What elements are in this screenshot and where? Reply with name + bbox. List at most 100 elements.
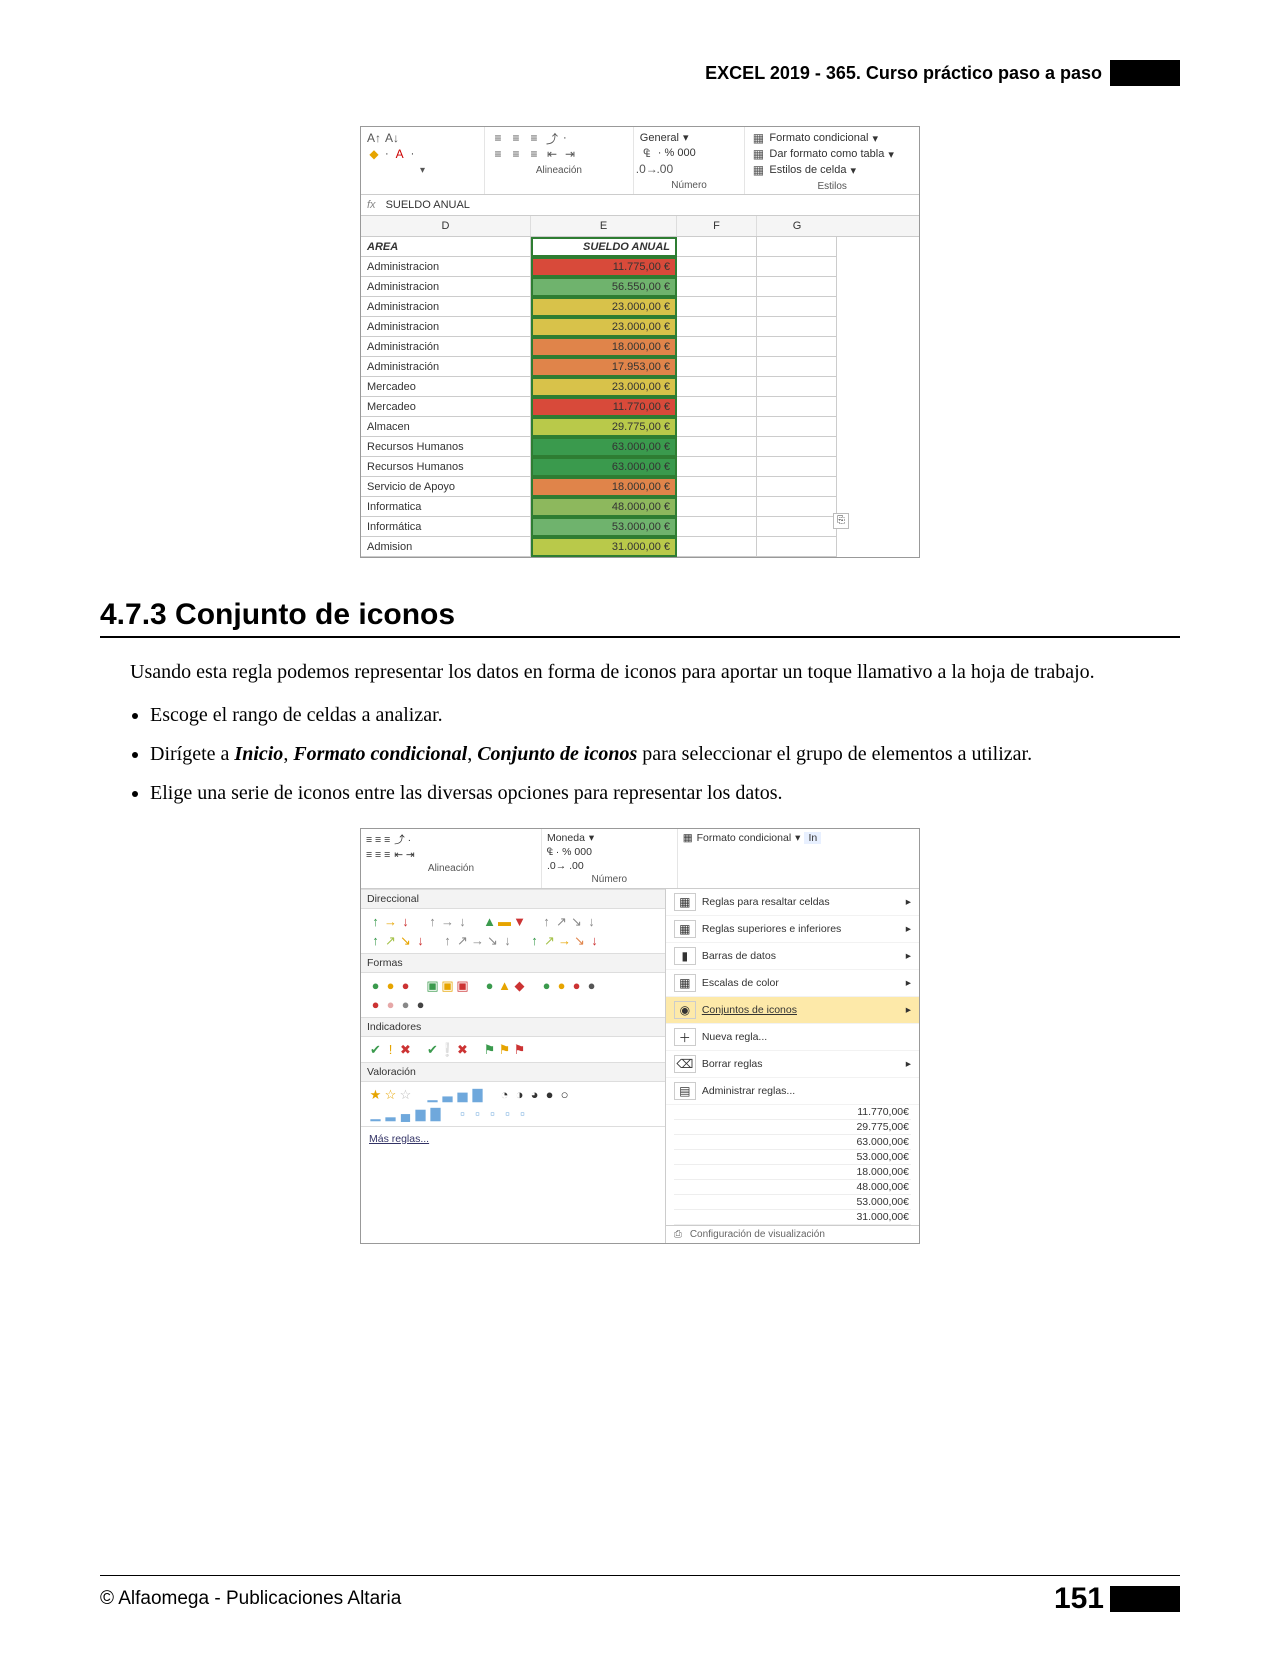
formula-content[interactable]: SUELDO ANUAL bbox=[386, 199, 470, 211]
decimal-icon[interactable]: .0→ .00 bbox=[547, 860, 584, 872]
iconset-4arrows[interactable]: ↑↗↘↓ bbox=[540, 915, 598, 928]
cell-area[interactable]: Administración bbox=[361, 357, 531, 377]
cell-empty[interactable] bbox=[677, 497, 757, 517]
cell-empty[interactable] bbox=[757, 357, 837, 377]
cell-styles-button[interactable]: Estilos de celda bbox=[769, 164, 846, 176]
align-left-icon[interactable]: ≡ bbox=[491, 147, 505, 161]
iconset-redblack[interactable]: ●●●● bbox=[369, 998, 427, 1011]
cell-empty[interactable] bbox=[757, 457, 837, 477]
cell-empty[interactable] bbox=[757, 437, 837, 457]
cell-empty[interactable] bbox=[757, 237, 837, 257]
smart-tag-icon[interactable]: ⎘ bbox=[833, 513, 849, 529]
cell-empty[interactable] bbox=[677, 457, 757, 477]
iconset-5boxes[interactable]: ▫▫▫▫▫ bbox=[456, 1107, 529, 1120]
insert-button[interactable]: In bbox=[804, 832, 821, 844]
col-e[interactable]: E bbox=[531, 216, 677, 236]
decrease-decimal-icon[interactable]: .00 bbox=[658, 162, 672, 176]
iconset-5quarters[interactable]: ◔◑◕●○ bbox=[498, 1088, 571, 1101]
cell-empty[interactable] bbox=[677, 517, 757, 537]
iconset-3arrows-gray[interactable]: ↑→↓ bbox=[426, 915, 469, 928]
cell-value[interactable]: 23.000,00 € bbox=[531, 297, 677, 317]
cell-empty[interactable] bbox=[677, 417, 757, 437]
align-bottom-icon[interactable]: ≡ bbox=[527, 131, 541, 145]
cell-value[interactable]: 23.000,00 € bbox=[531, 317, 677, 337]
increase-decimal-icon[interactable]: .0→ bbox=[640, 162, 654, 176]
align-top-icon[interactable]: ≡ bbox=[491, 131, 505, 145]
cell-value[interactable]: 18.000,00 € bbox=[531, 337, 677, 357]
cell-value[interactable]: 63.000,00 € bbox=[531, 457, 677, 477]
cell-empty[interactable] bbox=[757, 417, 837, 437]
cell-value[interactable]: 11.770,00 € bbox=[531, 397, 677, 417]
format-table-icon[interactable]: ▦ bbox=[751, 147, 765, 161]
cell-empty[interactable] bbox=[677, 317, 757, 337]
iconset-3symbols[interactable]: ✔❕✖ bbox=[426, 1043, 469, 1056]
cell-value[interactable]: 29.775,00 € bbox=[531, 417, 677, 437]
iconset-5bars[interactable]: ▁▂▄▆▇ bbox=[369, 1107, 442, 1120]
dialog-launcher-icon[interactable]: ▾ bbox=[367, 163, 478, 176]
cell-area[interactable]: Recursos Humanos bbox=[361, 457, 531, 477]
iconset-3lights-rimmed[interactable]: ▣▣▣ bbox=[426, 979, 469, 992]
cell-area[interactable]: Mercadeo bbox=[361, 377, 531, 397]
currency-icon[interactable]: ₠ · % 000 bbox=[547, 846, 592, 858]
cell-area[interactable]: Mercadeo bbox=[361, 397, 531, 417]
fill-color-icon[interactable]: ◆ bbox=[367, 147, 381, 161]
font-color-icon[interactable]: A bbox=[393, 147, 407, 161]
header-sueldo[interactable]: SUELDO ANUAL bbox=[531, 237, 677, 257]
cell-empty[interactable] bbox=[677, 237, 757, 257]
cell-value[interactable]: 56.550,00 € bbox=[531, 277, 677, 297]
indent-left-icon[interactable]: ⇤ bbox=[545, 147, 559, 161]
iconset-5arrows[interactable]: ↑↗→↘↓ bbox=[441, 934, 514, 947]
cell-empty[interactable] bbox=[677, 537, 757, 557]
cell-empty[interactable] bbox=[677, 277, 757, 297]
cell-empty[interactable] bbox=[757, 517, 837, 537]
cell-value[interactable]: 63.000,00 € bbox=[531, 437, 677, 457]
number-format-dropdown[interactable]: General bbox=[640, 132, 679, 144]
cell-area[interactable]: Administracion bbox=[361, 257, 531, 277]
iconset-4lights[interactable]: ●●●● bbox=[540, 979, 598, 992]
cell-area[interactable]: Informatica bbox=[361, 497, 531, 517]
indent-icon[interactable]: ⇤ ⇥ bbox=[394, 849, 415, 861]
format-table-button[interactable]: Dar formato como tabla bbox=[769, 148, 884, 160]
align-middle-icon[interactable]: ≡ bbox=[509, 131, 523, 145]
cell-empty[interactable] bbox=[757, 537, 837, 557]
cell-empty[interactable] bbox=[677, 257, 757, 277]
cell-empty[interactable] bbox=[757, 297, 837, 317]
cell-value[interactable]: 53.000,00 € bbox=[531, 517, 677, 537]
menu-top-bottom[interactable]: ▦Reglas superiores e inferiores ▸ bbox=[666, 916, 919, 943]
menu-clear-rules[interactable]: ⌫Borrar reglas ▸ bbox=[666, 1051, 919, 1078]
cell-area[interactable]: Administracion bbox=[361, 297, 531, 317]
conditional-format-button[interactable]: Formato condicional bbox=[697, 832, 792, 844]
col-f[interactable]: F bbox=[677, 216, 757, 236]
cell-value[interactable]: 48.000,00 € bbox=[531, 497, 677, 517]
cell-empty[interactable] bbox=[757, 377, 837, 397]
align-right-icon[interactable]: ≡ bbox=[527, 147, 541, 161]
col-d[interactable]: D bbox=[361, 216, 531, 236]
iconset-3arrows[interactable]: ↑→↓ bbox=[369, 915, 412, 928]
number-format-dropdown[interactable]: Moneda bbox=[547, 832, 585, 844]
cell-empty[interactable] bbox=[677, 357, 757, 377]
cell-empty[interactable] bbox=[757, 277, 837, 297]
cell-value[interactable]: 17.953,00 € bbox=[531, 357, 677, 377]
iconset-3symbols-circle[interactable]: ✔!✖ bbox=[369, 1043, 412, 1056]
cell-area[interactable]: Administracion bbox=[361, 317, 531, 337]
cell-empty[interactable] bbox=[757, 337, 837, 357]
cell-empty[interactable] bbox=[677, 477, 757, 497]
cell-empty[interactable] bbox=[757, 397, 837, 417]
conditional-format-button[interactable]: Formato condicional bbox=[769, 132, 868, 144]
conditional-format-icon[interactable]: ▦ bbox=[683, 832, 693, 844]
cell-empty[interactable] bbox=[757, 257, 837, 277]
menu-manage-rules[interactable]: ▤Administrar reglas... bbox=[666, 1078, 919, 1105]
cell-empty[interactable] bbox=[677, 397, 757, 417]
font-size-up-icon[interactable]: A↑ bbox=[367, 131, 381, 145]
menu-icon-sets[interactable]: ◉Conjuntos de iconos ▸ bbox=[666, 997, 919, 1024]
indent-right-icon[interactable]: ⇥ bbox=[563, 147, 577, 161]
cell-area[interactable]: Admision bbox=[361, 537, 531, 557]
col-g[interactable]: G bbox=[757, 216, 837, 236]
iconset-3stars[interactable]: ★☆☆ bbox=[369, 1088, 412, 1101]
cell-empty[interactable] bbox=[757, 477, 837, 497]
align-icon[interactable]: ≡ ≡ ≡ bbox=[366, 834, 390, 846]
iconset-3lights[interactable]: ●●● bbox=[369, 979, 412, 992]
cell-empty[interactable] bbox=[677, 377, 757, 397]
cell-empty[interactable] bbox=[677, 297, 757, 317]
iconset-3signs[interactable]: ●▲◆ bbox=[483, 979, 526, 992]
